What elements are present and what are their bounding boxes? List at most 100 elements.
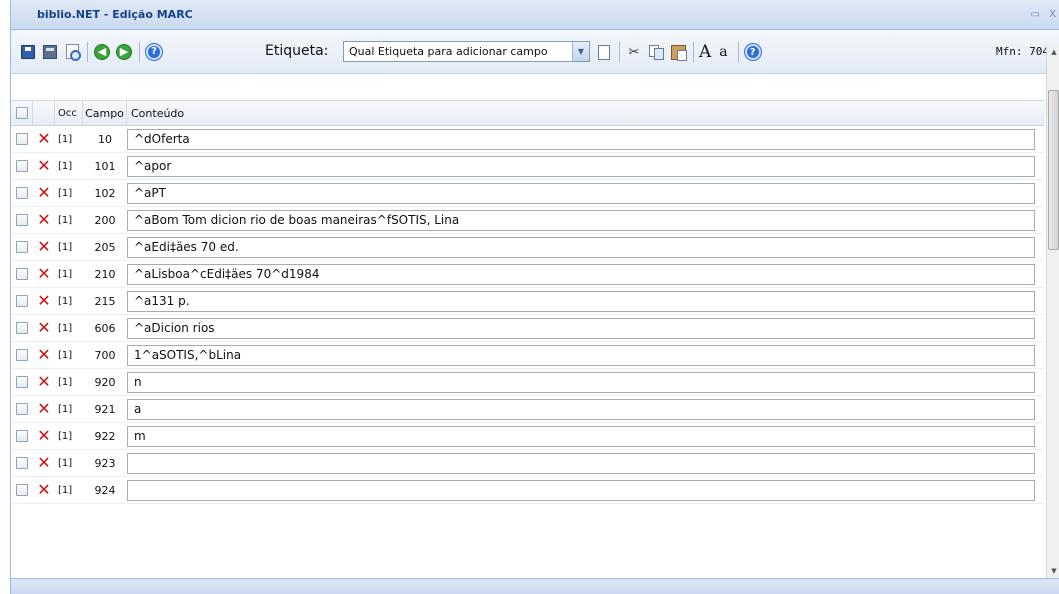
scroll-thumb[interactable]	[1048, 90, 1059, 250]
marc-editor-window: biblio.NET - Edição MARC ▭ X ◀ ▶ ? Etiqu…	[10, 0, 1059, 594]
delete-icon[interactable]: ✕	[37, 482, 50, 498]
row-checkbox[interactable]	[16, 322, 28, 334]
row-checkbox[interactable]	[16, 484, 28, 496]
campo-cell: 200	[94, 213, 116, 227]
conteudo-field[interactable]	[127, 479, 1035, 501]
conteudo-cell: ^aEdi‡äes 70 ed.	[127, 236, 1045, 258]
conteudo-field[interactable]: m	[127, 425, 1035, 447]
delete-cell: ✕	[33, 131, 55, 147]
delete-cell: ✕	[33, 482, 55, 498]
delete-cell: ✕	[33, 266, 55, 282]
conteudo-cell: 1^aSOTIS,^bLina	[127, 344, 1045, 366]
vertical-scrollbar[interactable]: ▲ ▼	[1046, 45, 1059, 578]
row-checkbox[interactable]	[16, 349, 28, 361]
previous-record-button[interactable]: ◀	[93, 43, 111, 61]
delete-icon[interactable]: ✕	[37, 131, 50, 147]
campo-cell: 101	[94, 159, 116, 173]
cut-button[interactable]: ✂	[625, 43, 643, 61]
status-bar	[11, 578, 1059, 594]
conteudo-field[interactable]	[127, 452, 1035, 474]
table-row: ✕ [1] 700 1^aSOTIS,^bLina	[11, 342, 1045, 369]
occ-cell: [1]	[58, 214, 73, 226]
copy-button[interactable]	[647, 43, 665, 61]
row-checkbox[interactable]	[16, 214, 28, 226]
scroll-down-icon[interactable]: ▼	[1047, 564, 1059, 578]
conteudo-cell: ^aBom Tom dicion rio de boas maneiras^fS…	[127, 209, 1045, 231]
new-field-button[interactable]	[595, 43, 613, 61]
delete-cell: ✕	[33, 158, 55, 174]
row-checkbox[interactable]	[16, 241, 28, 253]
row-checkbox[interactable]	[16, 160, 28, 172]
next-record-button[interactable]: ▶	[115, 43, 133, 61]
conteudo-header: Conteúdo	[131, 106, 185, 120]
conteudo-field[interactable]: ^dOferta	[127, 128, 1035, 150]
conteudo-field[interactable]: ^aEdi‡äes 70 ed.	[127, 236, 1035, 258]
row-select-cell	[11, 160, 33, 172]
save-button[interactable]	[19, 43, 37, 61]
delete-icon[interactable]: ✕	[37, 158, 50, 174]
occ-cell: [1]	[58, 241, 73, 253]
delete-icon[interactable]: ✕	[37, 185, 50, 201]
row-checkbox[interactable]	[16, 403, 28, 415]
conteudo-cell	[127, 479, 1045, 501]
grid-spacer	[11, 75, 1045, 100]
delete-icon[interactable]: ✕	[37, 293, 50, 309]
conteudo-cell: ^a131 p.	[127, 290, 1045, 312]
row-checkbox[interactable]	[16, 268, 28, 280]
preview-button[interactable]	[63, 43, 81, 61]
select-all-checkbox[interactable]	[15, 107, 28, 119]
delete-cell: ✕	[33, 428, 55, 444]
delete-icon[interactable]: ✕	[37, 401, 50, 417]
row-select-cell	[11, 403, 33, 415]
conteudo-field[interactable]: 1^aSOTIS,^bLina	[127, 344, 1035, 366]
help-button[interactable]: ?	[145, 43, 163, 61]
conteudo-field[interactable]: a	[127, 398, 1035, 420]
conteudo-field[interactable]: ^aDicion rios	[127, 317, 1035, 339]
table-row: ✕ [1] 920 n	[11, 369, 1045, 396]
conteudo-field[interactable]: ^aLisboa^cEdi‡äes 70^d1984	[127, 263, 1035, 285]
delete-icon[interactable]: ✕	[37, 212, 50, 228]
conteudo-field[interactable]: ^apor	[127, 155, 1035, 177]
conteudo-cell: ^dOferta	[127, 128, 1045, 150]
delete-icon[interactable]: ✕	[37, 428, 50, 444]
toolbar-separator	[619, 42, 620, 62]
delete-icon[interactable]: ✕	[37, 455, 50, 471]
window-controls[interactable]: ▭ X	[1031, 9, 1059, 20]
edit-toolbar: ✂ A a ?	[595, 42, 766, 62]
etiqueta-select[interactable]: Qual Etiqueta para adicionar campo ▼	[343, 41, 590, 62]
table-row: ✕ [1] 922 m	[11, 423, 1045, 450]
campo-header: Campo	[83, 100, 127, 126]
occ-cell: [1]	[58, 457, 73, 469]
delete-icon[interactable]: ✕	[37, 266, 50, 282]
row-checkbox[interactable]	[16, 295, 28, 307]
chevron-down-icon[interactable]: ▼	[572, 42, 589, 61]
row-select-cell	[11, 187, 33, 199]
table-row: ✕ [1] 101 ^apor	[11, 153, 1045, 180]
select-all-cell	[11, 100, 33, 126]
row-checkbox[interactable]	[16, 457, 28, 469]
delete-icon[interactable]: ✕	[37, 239, 50, 255]
row-checkbox[interactable]	[16, 376, 28, 388]
campo-cell: 205	[94, 240, 116, 254]
save-all-button[interactable]	[41, 43, 59, 61]
conteudo-cell: m	[127, 425, 1045, 447]
conteudo-field[interactable]: ^a131 p.	[127, 290, 1035, 312]
delete-icon[interactable]: ✕	[37, 347, 50, 363]
font-smaller-button[interactable]: a	[719, 44, 727, 60]
row-checkbox[interactable]	[16, 187, 28, 199]
delete-icon[interactable]: ✕	[37, 320, 50, 336]
font-larger-button[interactable]: A	[699, 42, 711, 62]
conteudo-field[interactable]: n	[127, 371, 1035, 393]
scroll-up-icon[interactable]: ▲	[1047, 45, 1059, 59]
row-select-cell	[11, 430, 33, 442]
row-select-cell	[11, 349, 33, 361]
toolbar: ◀ ▶ ? Etiqueta: Qual Etiqueta para adici…	[11, 30, 1059, 74]
conteudo-field[interactable]: ^aPT	[127, 182, 1035, 204]
paste-button[interactable]	[669, 43, 687, 61]
row-checkbox[interactable]	[16, 430, 28, 442]
row-checkbox[interactable]	[16, 133, 28, 145]
campo-cell: 922	[94, 429, 116, 443]
delete-icon[interactable]: ✕	[37, 374, 50, 390]
conteudo-field[interactable]: ^aBom Tom dicion rio de boas maneiras^fS…	[127, 209, 1035, 231]
help-button-2[interactable]: ?	[744, 43, 762, 61]
